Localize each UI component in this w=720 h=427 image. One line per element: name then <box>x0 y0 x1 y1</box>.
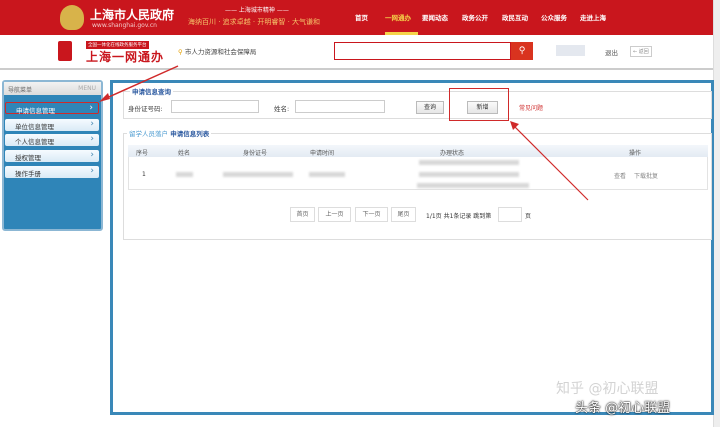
annotation-arrow <box>511 123 589 201</box>
annotation-arrows <box>99 65 589 201</box>
watermark-toutiao: 头条 @初心联盟 <box>575 401 671 416</box>
arrowhead-icon <box>99 93 110 102</box>
annotation-arrow <box>101 65 179 101</box>
watermark-zhihu: 知乎 @初心联盟 <box>556 381 659 397</box>
arrowhead-icon <box>510 121 519 130</box>
